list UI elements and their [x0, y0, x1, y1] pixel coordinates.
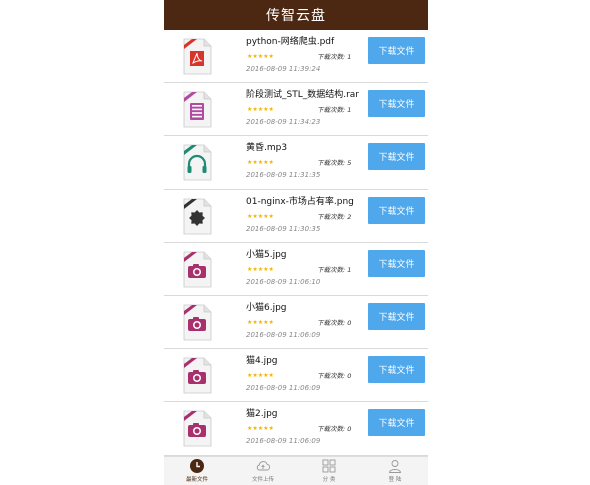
photo-file-icon: [183, 410, 212, 447]
download-file-button[interactable]: 下载文件: [368, 302, 425, 330]
file-name: 小猫5.jpg: [246, 249, 287, 260]
file-name: 阶段测试_STL_数据结构.rar: [246, 90, 360, 101]
audio-file-icon: [183, 144, 212, 181]
file-row[interactable]: 黄昏.mp3 ★★★★★ 下载次数: 5 2016-08-09 11:31:35…: [164, 136, 428, 190]
download-file-button[interactable]: 下载文件: [368, 143, 425, 171]
download-file-button[interactable]: 下载文件: [368, 196, 425, 224]
file-name: 黄昏.mp3: [246, 143, 288, 154]
file-row[interactable]: 阶段测试_STL_数据结构.rar ★★★★★ 下载次数: 1 2016-08-…: [164, 83, 428, 137]
download-file-button[interactable]: 下载文件: [368, 90, 425, 118]
file-row[interactable]: 猫4.jpg ★★★★★ 下载次数: 0 2016-08-09 11:06:09…: [164, 349, 428, 403]
upload-date: 2016-08-09 11:30:35: [246, 224, 321, 233]
tab-categories[interactable]: 分 类: [296, 457, 362, 485]
download-count: 下载次数: 2: [317, 212, 352, 221]
image-gear-file-icon: [183, 198, 212, 234]
grid-icon: [322, 459, 336, 473]
upload-date: 2016-08-09 11:34:23: [246, 118, 321, 127]
upload-date: 2016-08-09 11:39:24: [246, 65, 321, 73]
file-name: 小猫6.jpg: [246, 302, 287, 313]
rating-stars: ★★★★★: [247, 318, 274, 326]
download-count: 下载次数: 1: [317, 106, 352, 115]
phone-screen: 传智云盘 python-网络爬虫.pdf ★★★★★ 下载次数: 1 2016-…: [164, 0, 428, 485]
photo-file-icon: [183, 304, 212, 341]
photo-file-icon: [183, 357, 212, 394]
upload-date: 2016-08-09 11:06:09: [246, 330, 321, 339]
clock-icon: [190, 459, 204, 473]
file-row[interactable]: 小猫5.jpg ★★★★★ 下载次数: 1 2016-08-09 11:06:1…: [164, 242, 428, 296]
archive-file-icon: [183, 91, 212, 128]
tab-latest-files[interactable]: 最新文件: [164, 457, 230, 485]
download-file-button[interactable]: 下载文件: [368, 249, 425, 277]
tab-label: 文件上传: [251, 477, 274, 483]
rating-stars: ★★★★★: [247, 212, 274, 220]
tab-login[interactable]: 登 陆: [362, 457, 428, 485]
download-count: 下载次数: 1: [317, 265, 352, 274]
rating-stars: ★★★★★: [247, 372, 274, 380]
bottom-tab-bar: 最新文件 文件上传 分 类 登 陆: [164, 456, 428, 485]
download-file-button[interactable]: 下载文件: [368, 37, 425, 64]
file-name: 猫4.jpg: [246, 356, 278, 367]
user-icon: [389, 460, 401, 473]
file-row[interactable]: 01-nginx-市场占有率.png ★★★★★ 下载次数: 2 2016-08…: [164, 189, 428, 243]
rating-stars: ★★★★★: [247, 53, 274, 60]
download-count: 下载次数: 0: [317, 372, 352, 381]
rating-stars: ★★★★★: [247, 106, 274, 114]
file-row[interactable]: 小猫6.jpg ★★★★★ 下载次数: 0 2016-08-09 11:06:0…: [164, 295, 428, 350]
upload-date: 2016-08-09 11:06:09: [246, 437, 321, 446]
cloud-upload-icon: [256, 461, 270, 471]
download-count: 下载次数: 0: [317, 318, 352, 327]
app-title: 传智云盘: [266, 8, 326, 24]
tab-label: 最新文件: [185, 477, 208, 483]
file-name: 猫2.jpg: [246, 409, 278, 420]
download-file-button[interactable]: 下载文件: [368, 356, 425, 384]
download-count: 下载次数: 5: [317, 159, 352, 168]
file-row[interactable]: python-网络爬虫.pdf ★★★★★ 下载次数: 1 2016-08-09…: [164, 30, 428, 84]
download-file-button[interactable]: 下载文件: [368, 409, 425, 437]
photo-file-icon: [183, 251, 212, 288]
tab-label: 分 类: [322, 477, 336, 483]
upload-date: 2016-08-09 11:06:10: [246, 277, 321, 286]
rating-stars: ★★★★★: [247, 425, 274, 433]
tab-label: 登 陆: [388, 477, 402, 483]
pdf-file-icon: [183, 38, 212, 75]
download-count: 下载次数: 1: [317, 53, 352, 61]
file-name: 01-nginx-市场占有率.png: [246, 196, 354, 207]
file-row[interactable]: 猫2.jpg ★★★★★ 下载次数: 0 2016-08-09 11:06:09…: [164, 402, 428, 456]
upload-date: 2016-08-09 11:31:35: [246, 171, 321, 180]
upload-date: 2016-08-09 11:06:09: [246, 384, 321, 393]
rating-stars: ★★★★★: [247, 159, 274, 167]
file-list: python-网络爬虫.pdf ★★★★★ 下载次数: 1 2016-08-09…: [164, 30, 428, 456]
rating-stars: ★★★★★: [247, 265, 274, 273]
tab-file-upload[interactable]: 文件上传: [230, 457, 296, 485]
app-title-bar: 传智云盘: [164, 0, 428, 30]
download-count: 下载次数: 0: [317, 425, 352, 434]
file-name: python-网络爬虫.pdf: [246, 37, 335, 47]
